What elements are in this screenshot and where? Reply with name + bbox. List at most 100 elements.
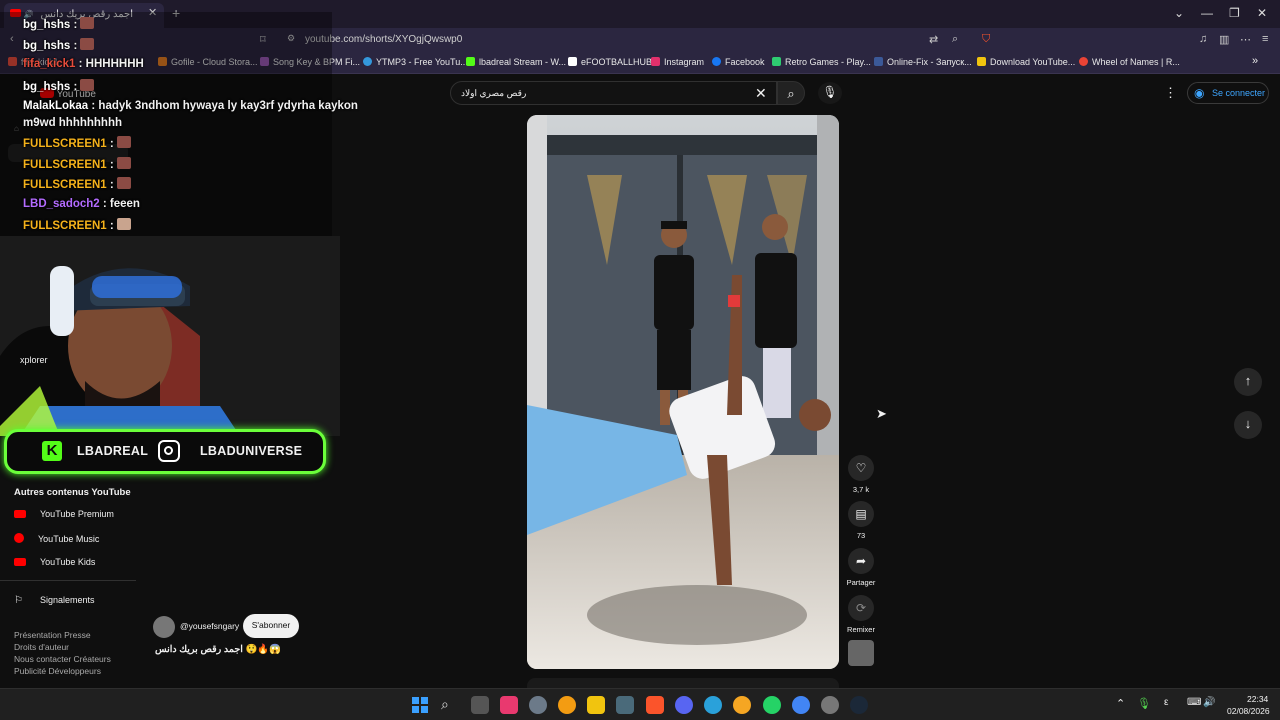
emote-icon [80, 38, 95, 50]
sidebar-item-youtube-kids[interactable]: YouTube Kids [14, 557, 95, 567]
app-icon[interactable] [616, 696, 634, 714]
sidebar-item-youtube-music[interactable]: YouTube Music [14, 533, 99, 544]
subscribe-button[interactable]: S'abonner [243, 614, 299, 638]
sidebar-item-reports[interactable]: ⚐ Signalements [14, 595, 95, 606]
chat-message: fifa_kick1 : HHHHHHH [23, 58, 144, 70]
remix-button[interactable]: ⟳ [848, 595, 874, 621]
signin-button[interactable]: ◉ Se connecter [1187, 82, 1269, 104]
share-button[interactable]: ➦ [848, 548, 874, 574]
footer-links[interactable]: Droits d'auteur [14, 642, 69, 652]
clear-search-icon[interactable]: ✕ [755, 85, 767, 102]
obs-icon[interactable] [821, 696, 839, 714]
sidebar-icon[interactable]: ▥ [1219, 33, 1229, 46]
bookmark-item[interactable]: Wheel of Names | R... [1079, 57, 1180, 67]
more-bookmarks-icon[interactable]: » [1252, 55, 1258, 67]
bookmark-favicon-icon [363, 57, 372, 66]
bookmark-item[interactable]: Instagram [651, 57, 704, 67]
footer-links[interactable]: Nous contacter Créateurs [14, 654, 111, 664]
flag-icon: ⚐ [14, 595, 23, 606]
mic-icon: 🎙 [822, 85, 838, 99]
instagram-handle: LBADUNIVERSE [200, 444, 303, 458]
translate-icon[interactable]: ⇄ [929, 33, 938, 46]
search-input[interactable]: رقص مصري اولاد ✕ [450, 81, 777, 105]
search-icon: ⌕ [787, 86, 795, 101]
tiktok-icon[interactable] [500, 696, 518, 714]
voice-search-button[interactable]: 🎙 [818, 82, 842, 104]
share-label: Partager [846, 578, 876, 587]
account-icon: ◉ [1194, 86, 1205, 100]
zoom-icon[interactable]: ⌕ [952, 33, 958, 46]
clock-date[interactable]: 02/08/2026 [1227, 706, 1270, 716]
channel-avatar[interactable] [153, 616, 175, 638]
language-icon[interactable]: ε [1164, 697, 1168, 708]
brave-shield-icon[interactable]: ⛉ [982, 33, 990, 46]
tray-overflow-icon[interactable]: ⌃ [1116, 697, 1125, 710]
volume-icon[interactable]: 🔊 [1203, 697, 1215, 708]
menu-icon[interactable]: ≡ [1262, 33, 1268, 45]
minimize-button[interactable]: — [1201, 6, 1213, 20]
whatsapp-icon[interactable] [763, 696, 781, 714]
bookmark-item[interactable]: eFOOTBALLHUB [568, 57, 652, 67]
webcam-caption: xplorer [20, 355, 48, 365]
app-icon[interactable] [733, 696, 751, 714]
footer-links[interactable]: Publicité Développeurs [14, 666, 101, 676]
search-button[interactable]: ⌕ [777, 81, 805, 105]
remix-icon: ⟳ [855, 601, 867, 615]
kick-handle: LBADREAL [77, 444, 149, 458]
bookmark-item[interactable]: YTMP3 - Free YouTu... [363, 57, 468, 67]
video-frame [527, 115, 839, 669]
network-icon[interactable]: ⌨ [1187, 697, 1201, 708]
chat-message: m9wd hhhhhhhhh [23, 117, 123, 129]
clock-time[interactable]: 22:34 [1247, 694, 1268, 704]
bookmark-item[interactable]: Facebook [712, 57, 765, 67]
chrome-icon[interactable] [792, 696, 810, 714]
bookmark-item[interactable]: lbadreal Stream - W... [466, 57, 566, 67]
file-explorer-icon[interactable] [587, 696, 605, 714]
bookmark-favicon-icon [977, 57, 986, 66]
instagram-favicon-icon [651, 57, 660, 66]
heart-icon: ♡ [855, 461, 867, 475]
search-icon[interactable]: ⌕ [441, 696, 459, 714]
telegram-icon[interactable] [704, 696, 722, 714]
more-options-icon[interactable]: ⋮ [1164, 85, 1177, 101]
comment-icon: ▤ [855, 507, 867, 521]
like-button[interactable]: ♡ [848, 455, 874, 481]
channel-name[interactable]: @yousefsngary [180, 621, 239, 631]
start-icon[interactable] [411, 696, 429, 714]
kick-logo-icon: K [42, 441, 62, 461]
extensions-icon[interactable]: ⋯ [1240, 33, 1251, 46]
youtube-kids-icon [14, 558, 26, 566]
sidebar-item-youtube-premium[interactable]: YouTube Premium [14, 509, 114, 519]
instagram-logo-icon [158, 440, 180, 462]
steam-icon[interactable] [850, 696, 868, 714]
social-handles-bar: K LBADREAL LBADUNIVERSE [4, 429, 326, 474]
close-window-button[interactable]: ✕ [1257, 6, 1267, 20]
mic-tray-icon[interactable]: 🎙 [1137, 697, 1151, 710]
streamer-webcam: xplorer [0, 236, 340, 436]
bookmark-item[interactable]: Online-Fix - Запуск... [874, 57, 972, 67]
short-title: اجمد رقص بريك دانس 😲🔥😱 [155, 644, 281, 655]
app-icon[interactable] [558, 696, 576, 714]
arrow-down-icon: ↓ [1244, 416, 1252, 431]
chat-message: bg_hshs : [23, 79, 95, 93]
footer-links[interactable]: Présentation Presse [14, 630, 91, 640]
comment-count: 73 [856, 531, 866, 540]
discord-icon[interactable] [675, 696, 693, 714]
next-short-button[interactable]: ↓ [1234, 411, 1262, 439]
brave-browser-icon[interactable] [646, 696, 664, 714]
task-view-icon[interactable] [471, 696, 489, 714]
bookmark-item[interactable]: Download YouTube... [977, 57, 1075, 67]
bookmark-favicon-icon [1079, 57, 1088, 66]
short-video-player[interactable] [527, 115, 839, 669]
sound-thumbnail[interactable] [848, 640, 874, 666]
emote-icon [116, 157, 131, 169]
tab-search-icon[interactable]: ⌄ [1174, 6, 1184, 20]
media-icon[interactable]: ♫ [1199, 33, 1207, 45]
previous-short-button[interactable]: ↑ [1234, 368, 1262, 396]
comments-button[interactable]: ▤ [848, 501, 874, 527]
webcam-image [0, 236, 340, 436]
search-input-value: رقص مصري اولاد [461, 88, 527, 98]
maximize-button[interactable]: ❐ [1229, 6, 1240, 20]
settings-icon[interactable] [529, 696, 547, 714]
bookmark-item[interactable]: Retro Games - Play... [772, 57, 871, 67]
